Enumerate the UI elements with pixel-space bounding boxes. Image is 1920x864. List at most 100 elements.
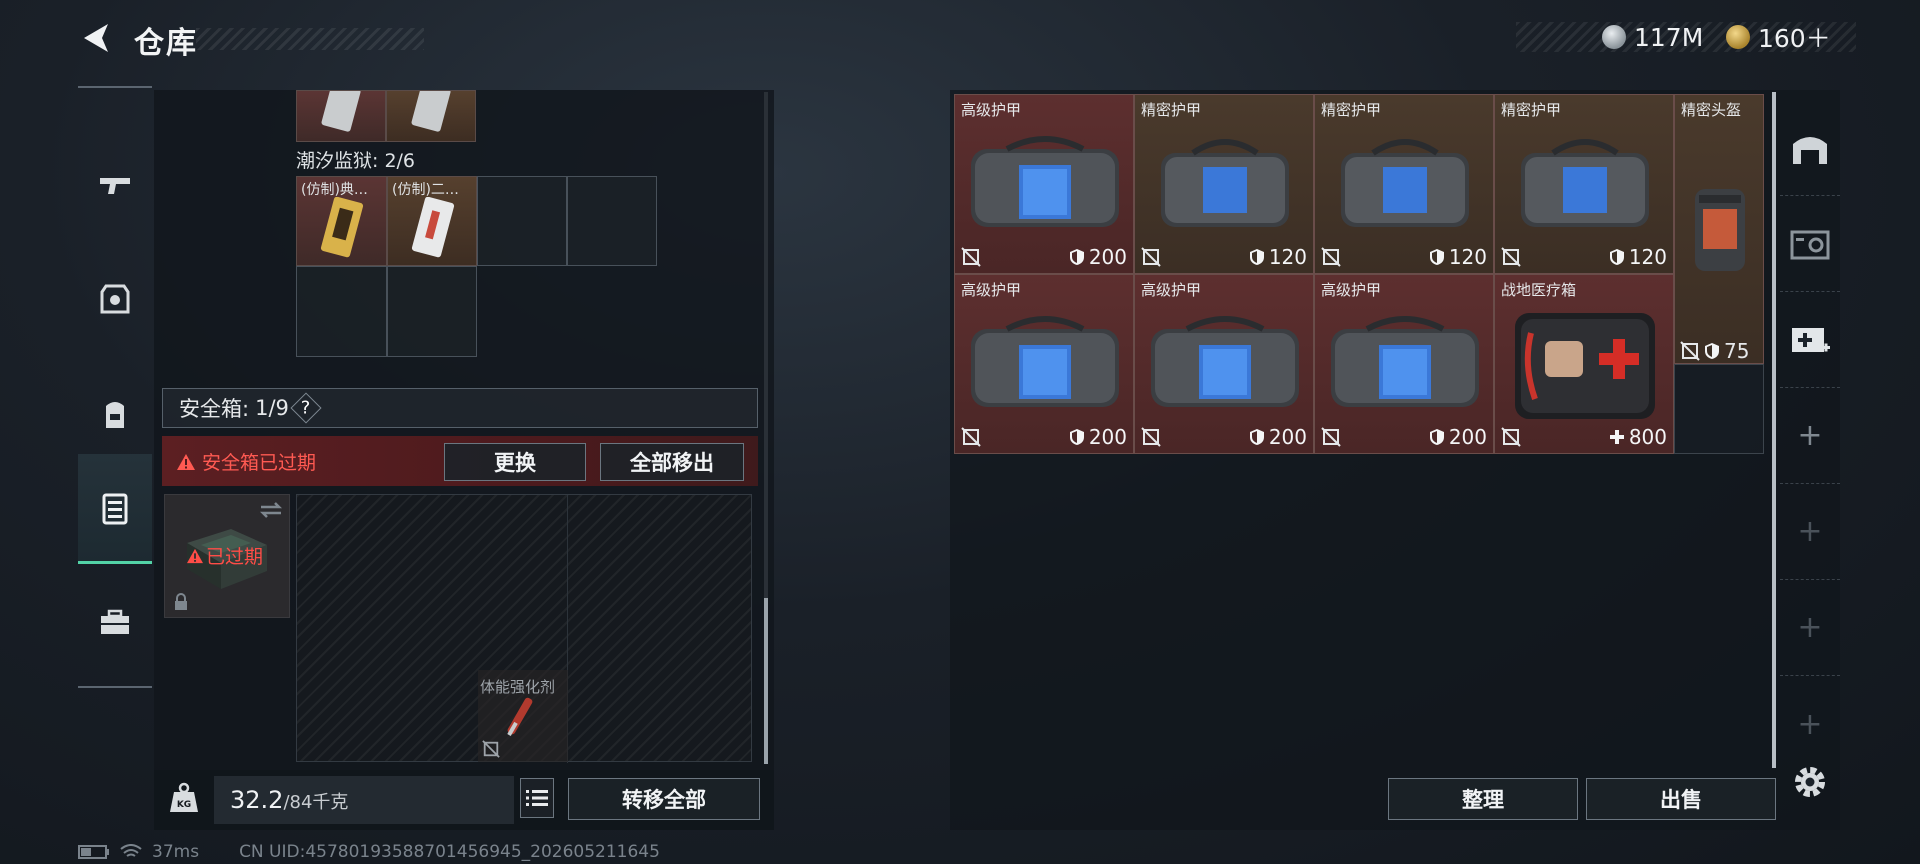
svg-text:KG: KG (177, 800, 191, 810)
armor-vest-icon (1521, 139, 1649, 227)
durability: 120 (1249, 245, 1307, 269)
item-name: 战地医疗箱 (1501, 281, 1577, 299)
replace-button[interactable]: 更换 (444, 443, 586, 481)
card-icon (321, 91, 361, 132)
add-storage-slot[interactable]: + (1780, 388, 1840, 484)
move-all-out-button[interactable]: 全部移出 (600, 443, 744, 481)
durability: 200 (1069, 425, 1127, 449)
durability-value: 200 (1088, 245, 1127, 269)
storage-tab-vehicle[interactable] (1780, 196, 1840, 292)
page-title: 仓库 (134, 26, 198, 61)
category-armor[interactable] (78, 244, 152, 354)
no-drop-icon (1141, 427, 1161, 447)
durability-value: 120 (1628, 245, 1667, 269)
swap-icon[interactable] (259, 501, 283, 519)
inventory-item[interactable]: 精密护甲 120 (1314, 94, 1494, 274)
gear-icon[interactable] (1790, 762, 1830, 802)
no-drop-icon (482, 740, 500, 758)
inventory-item[interactable]: 高级护甲 200 (954, 274, 1134, 454)
sell-button[interactable]: 出售 (1586, 778, 1776, 820)
wifi-icon (120, 844, 142, 857)
plus-icon: + (1797, 706, 1823, 742)
heal-amount: 800 (1609, 425, 1667, 449)
armor-vest-icon (1331, 316, 1479, 407)
shield-icon (1069, 249, 1084, 265)
safebox-header: 安全箱: 1/9 ? (162, 388, 758, 428)
inventory-item[interactable]: 战地医疗箱 800 (1494, 274, 1674, 454)
left-scrollbar-thumb[interactable] (764, 598, 768, 764)
shield-icon (1705, 343, 1719, 359)
inventory-item[interactable]: 精密护甲 120 (1494, 94, 1674, 274)
item-name: 高级护甲 (1321, 281, 1382, 299)
item-name: 精密头盔 (1681, 101, 1742, 119)
inventory-item[interactable]: 高级护甲 200 (1134, 274, 1314, 454)
storage-tab-main[interactable] (1780, 100, 1840, 196)
transfer-all-button[interactable]: 转移全部 (568, 778, 760, 820)
add-storage-slot[interactable]: + (1780, 676, 1840, 772)
safebox-icon (102, 493, 128, 524)
durability-value: 200 (1448, 425, 1487, 449)
empty-slot[interactable] (567, 176, 657, 266)
no-drop-icon (961, 247, 981, 267)
add-storage-expansion[interactable] (1780, 292, 1840, 388)
gold-coin-icon (1726, 25, 1750, 49)
shield-icon (1249, 249, 1264, 265)
category-safebox[interactable] (78, 454, 152, 564)
silver-amount: 117M (1634, 22, 1704, 52)
safe-item-cell[interactable]: 体能强化剂 (478, 670, 568, 762)
durability: 200 (1249, 425, 1307, 449)
item-name: 高级护甲 (961, 281, 1022, 299)
inventory-item[interactable]: 精密头盔 (1674, 94, 1764, 364)
right-scrollbar[interactable] (1772, 92, 1776, 768)
item-name: (仿制)典… (301, 182, 368, 198)
category-weapons[interactable] (78, 130, 152, 240)
item-cell[interactable]: (仿制)二… (387, 176, 477, 266)
empty-slot[interactable] (477, 176, 567, 266)
armor-vest-icon (971, 316, 1119, 407)
safebox-label: 安全箱: (179, 397, 250, 421)
no-drop-icon (1321, 247, 1341, 267)
helmet-icon (1695, 189, 1745, 271)
category-toolbox[interactable] (78, 568, 152, 678)
expired-text: 已过期 (206, 546, 264, 568)
item-cell[interactable] (386, 90, 476, 142)
help-icon[interactable]: ? (290, 392, 322, 424)
item-cell[interactable]: (仿制)典… (296, 176, 387, 266)
durability-value: 120 (1268, 245, 1307, 269)
add-storage-slot[interactable]: + (1780, 580, 1840, 676)
armor-icon (100, 284, 130, 314)
add-storage-slot[interactable]: + (1780, 484, 1840, 580)
lock-icon (175, 593, 187, 610)
shield-icon (1429, 249, 1444, 265)
weight-icon: KG (170, 782, 198, 812)
warning-icon (177, 453, 195, 470)
no-drop-icon (1680, 341, 1700, 361)
item-name: 高级护甲 (1141, 281, 1202, 299)
gold-currency[interactable]: 160＋ (1726, 22, 1831, 53)
durability-value: 200 (1268, 425, 1307, 449)
no-drop-icon (1501, 427, 1521, 447)
inventory-item[interactable]: 高级护甲 200 (954, 94, 1134, 274)
back-icon[interactable] (78, 20, 114, 56)
empty-slot[interactable] (296, 266, 387, 357)
backpack-icon (106, 402, 124, 428)
silver-coin-icon (1602, 25, 1626, 49)
inventory-item[interactable]: 精密护甲 120 (1134, 94, 1314, 274)
item-cell[interactable] (296, 90, 386, 142)
warning-icon (187, 548, 203, 563)
sort-button[interactable]: 整理 (1388, 778, 1578, 820)
keycard-icon (411, 197, 455, 258)
ping-text: 37ms (152, 842, 200, 862)
item-name: (仿制)二… (392, 182, 459, 198)
warehouse-icon (1793, 136, 1827, 164)
inventory-item[interactable]: 高级护甲 200 (1314, 274, 1494, 454)
durability-value: 200 (1088, 425, 1127, 449)
item-name: 精密护甲 (1141, 101, 1202, 119)
item-name: 精密护甲 (1501, 101, 1562, 119)
empty-slot[interactable] (387, 266, 477, 357)
durability: 120 (1609, 245, 1667, 269)
list-view-button[interactable] (520, 778, 554, 818)
empty-slot[interactable] (1674, 364, 1764, 454)
title-decoration (196, 28, 424, 50)
no-drop-icon (961, 427, 981, 447)
